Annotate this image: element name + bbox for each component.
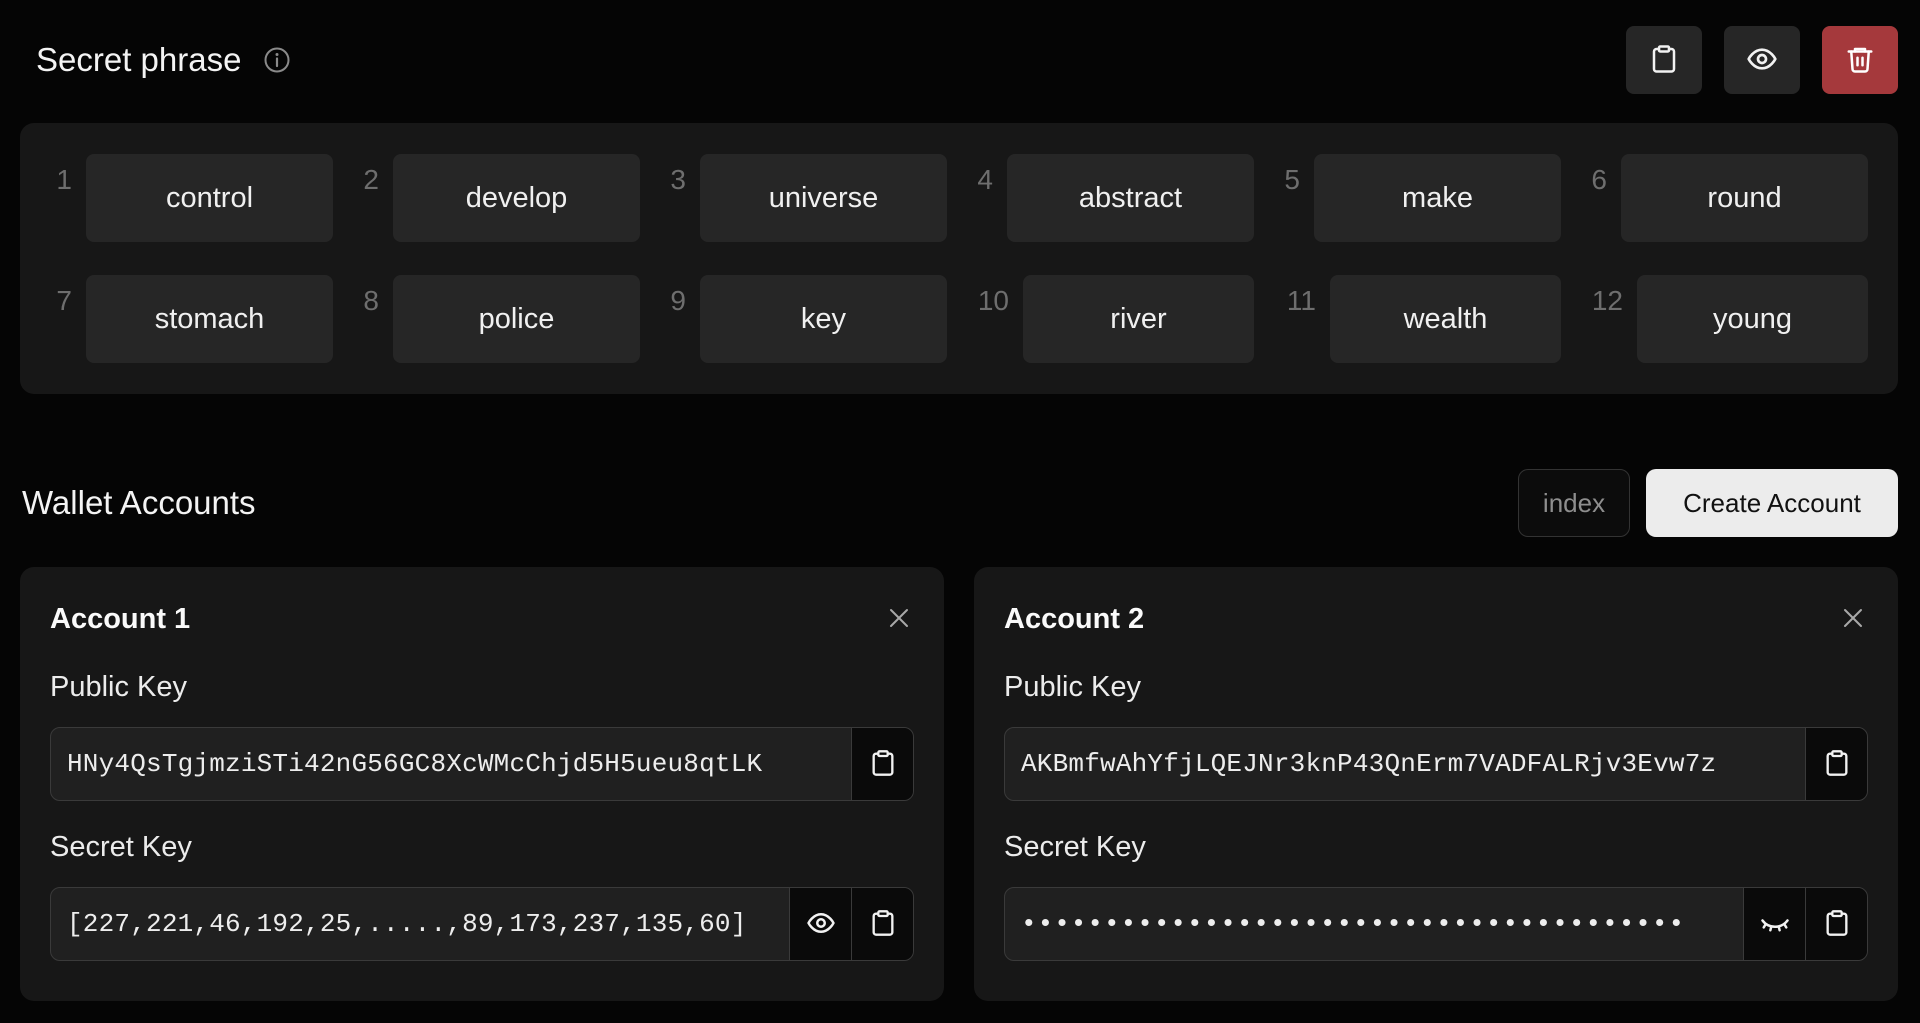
word-index: 5 (1284, 164, 1300, 195)
public-key-field: HNy4QsTgjmziSTi42nG56GC8XcWMcChjd5H5ueu8… (50, 727, 914, 801)
remove-account-button[interactable] (884, 604, 914, 634)
word-index: 11 (1286, 285, 1316, 316)
toggle-secret-key-button[interactable] (789, 888, 851, 960)
word-index: 12 (1591, 285, 1623, 316)
public-key-label: Public Key (1004, 671, 1142, 703)
clipboard-icon (1649, 44, 1679, 77)
phrase-word: 8 police (357, 275, 640, 364)
account-card-header: Account 1 (50, 597, 914, 641)
eye-icon (1746, 43, 1778, 78)
word-index: 9 (670, 285, 686, 316)
secret-phrase-actions (1626, 26, 1898, 94)
word-box: make (1314, 154, 1561, 242)
wallet-accounts-actions: Create Account (1518, 469, 1898, 537)
copy-public-key-button[interactable] (851, 728, 913, 800)
word-index: 4 (977, 164, 993, 195)
secret-key-label: Secret Key (1004, 831, 1146, 863)
phrase-word: 9 key (664, 275, 947, 364)
word-box: round (1621, 154, 1868, 242)
trash-icon (1845, 44, 1875, 77)
word-index: 3 (670, 164, 686, 195)
word-index: 6 (1591, 164, 1607, 195)
wallet-accounts-header: Wallet Accounts Create Account (22, 468, 1898, 538)
word-index: 7 (56, 285, 72, 316)
close-icon (887, 606, 911, 633)
eye-icon (806, 908, 836, 941)
secret-phrase-grid: 1 control 2 develop 3 universe 4 abstract 5m… (20, 123, 1898, 394)
word-box: universe (700, 154, 947, 242)
secret-key-field: [227,221,46,192,25,.....,89,173,237,135,… (50, 887, 914, 961)
word-box: police (393, 275, 640, 363)
account-title: Account 2 (1004, 602, 1145, 635)
eye-closed-icon (1760, 908, 1790, 941)
word-index: 2 (363, 164, 379, 195)
secret-key-value[interactable]: [227,221,46,192,25,.....,89,173,237,135,… (51, 888, 789, 960)
word-box: wealth (1330, 275, 1561, 363)
secret-phrase-title: Secret phrase (36, 41, 242, 78)
secret-key-label: Secret Key (50, 831, 192, 863)
word-index: 1 (56, 164, 72, 195)
word-box: control (86, 154, 333, 242)
word-box: abstract (1007, 154, 1254, 242)
reveal-phrase-button[interactable] (1724, 26, 1800, 94)
word-box: young (1637, 275, 1868, 363)
phrase-word: 4 abstract (971, 154, 1254, 243)
phrase-word: 7 stomach (50, 275, 333, 364)
secret-phrase-header: Secret phrase (36, 26, 1898, 94)
phrase-word: 1 control (50, 154, 333, 243)
account-title: Account 1 (50, 602, 191, 635)
clipboard-icon (1823, 749, 1851, 780)
account-card-header: Account 2 (1004, 597, 1868, 641)
phrase-word: 11 wealth (1278, 275, 1561, 364)
public-key-field: AKBmfwAhYfjLQEJNr3knP43QnErm7VADFALRjv3E… (1004, 727, 1868, 801)
account-index-input[interactable] (1518, 469, 1630, 537)
secret-key-value[interactable]: •••••••••••••••••••••••••••••••••••••••• (1005, 888, 1743, 960)
public-key-label: Public Key (50, 671, 188, 703)
word-box: key (700, 275, 947, 363)
account-card: Account 1 Public Key HNy4QsTgjmziSTi42nG… (20, 567, 944, 1001)
word-box: develop (393, 154, 640, 242)
public-key-value[interactable]: HNy4QsTgjmziSTi42nG56GC8XcWMcChjd5H5ueu8… (51, 728, 851, 800)
word-index: 10 (977, 285, 1009, 316)
word-index: 8 (363, 285, 379, 316)
phrase-word: 5 make (1278, 154, 1561, 243)
phrase-word: 10 river (971, 275, 1254, 364)
word-box: stomach (86, 275, 333, 363)
wallet-page: Secret phrase 1 control 2 develop 3 univ… (0, 0, 1920, 1023)
toggle-secret-key-button[interactable] (1743, 888, 1805, 960)
copy-secret-key-button[interactable] (851, 888, 913, 960)
phrase-word: 6 round (1585, 154, 1868, 243)
public-key-value[interactable]: AKBmfwAhYfjLQEJNr3knP43QnErm7VADFALRjv3E… (1005, 728, 1805, 800)
wallet-accounts-title: Wallet Accounts (22, 484, 256, 521)
copy-public-key-button[interactable] (1805, 728, 1867, 800)
phrase-word: 2 develop (357, 154, 640, 243)
copy-secret-key-button[interactable] (1805, 888, 1867, 960)
phrase-word: 3 universe (664, 154, 947, 243)
secret-key-field: •••••••••••••••••••••••••••••••••••••••• (1004, 887, 1868, 961)
create-account-button[interactable]: Create Account (1646, 469, 1898, 537)
clipboard-icon (869, 749, 897, 780)
clipboard-icon (1823, 909, 1851, 940)
copy-phrase-button[interactable] (1626, 26, 1702, 94)
clipboard-icon (869, 909, 897, 940)
phrase-word: 12 young (1585, 275, 1868, 364)
word-box: river (1023, 275, 1254, 363)
account-card: Account 2 Public Key AKBmfwAhYfjLQEJNr3k… (974, 567, 1898, 1001)
remove-account-button[interactable] (1838, 604, 1868, 634)
close-icon (1841, 606, 1865, 633)
delete-wallet-button[interactable] (1822, 26, 1898, 94)
info-icon[interactable] (263, 46, 291, 74)
